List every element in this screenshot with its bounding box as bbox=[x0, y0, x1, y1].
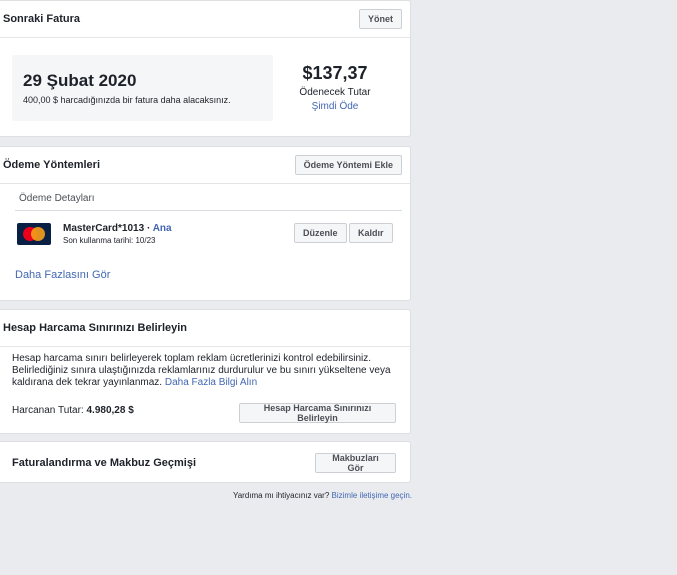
spending-limit-card: Hesap Harcama Sınırınızı Belirleyin Hesa… bbox=[0, 309, 411, 434]
learn-more-link[interactable]: Daha Fazla Bilgi Alın bbox=[165, 377, 257, 388]
next-bill-card: Sonraki Fatura Yönet 29 Şubat 2020 400,0… bbox=[0, 0, 411, 137]
view-receipts-button[interactable]: Makbuzları Gör bbox=[315, 453, 396, 473]
help-footer: Yardıma mı ihtiyacınız var? Bizimle ilet… bbox=[233, 491, 412, 500]
spending-limit-header: Hesap Harcama Sınırınızı Belirleyin bbox=[0, 310, 410, 347]
remove-card-button[interactable]: Kaldır bbox=[349, 223, 393, 243]
manage-button[interactable]: Yönet bbox=[358, 9, 402, 29]
set-spending-limit-button[interactable]: Hesap Harcama Sınırınızı Belirleyin bbox=[239, 403, 396, 423]
contact-us-link[interactable]: Bizimle iletişime geçin. bbox=[332, 491, 412, 500]
spending-limit-title: Hesap Harcama Sınırınızı Belirleyin bbox=[3, 322, 188, 334]
mastercard-icon bbox=[17, 223, 51, 245]
spending-limit-description: Hesap harcama sınırı belirleyerek toplam… bbox=[12, 353, 392, 389]
help-text: Yardıma mı ihtiyacınız var? bbox=[232, 491, 330, 500]
payment-methods-card: Ödeme Yöntemleri Ödeme Yöntemi Ekle Ödem… bbox=[0, 146, 411, 301]
add-payment-method-button[interactable]: Ödeme Yöntemi Ekle bbox=[294, 155, 402, 175]
bill-date: 29 Şubat 2020 bbox=[23, 71, 137, 90]
card-name: MasterCard*1013 · Ana bbox=[63, 223, 172, 234]
amount-due: $137,37 bbox=[302, 63, 368, 83]
amount-due-label: Ödenecek Tutar bbox=[299, 87, 371, 98]
next-bill-title: Sonraki Fatura bbox=[3, 13, 81, 25]
see-more-link[interactable]: Daha Fazlasını Gör bbox=[15, 269, 110, 281]
edit-card-button[interactable]: Düzenle bbox=[294, 223, 347, 243]
card-separator: · bbox=[144, 223, 153, 234]
amount-spent: Harcanan Tutar: 4.980,28 $ bbox=[12, 405, 134, 416]
primary-badge: Ana bbox=[152, 223, 172, 234]
payment-details-title: Ödeme Detayları bbox=[19, 193, 95, 204]
payment-methods-title: Ödeme Yöntemleri bbox=[3, 159, 100, 171]
card-expiry: Son kullanma tarihi: 10/23 bbox=[63, 236, 156, 245]
card-number-label: MasterCard*1013 bbox=[63, 223, 145, 234]
divider bbox=[15, 210, 402, 211]
billing-history-title: Faturalandırma ve Makbuz Geçmişi bbox=[12, 457, 197, 469]
amount-spent-value: 4.980,28 $ bbox=[86, 405, 134, 416]
pay-now-link[interactable]: Şimdi Öde bbox=[287, 101, 383, 112]
bill-threshold-text: 400,00 $ harcadığınızda bir fatura daha … bbox=[23, 95, 231, 105]
bill-summary-box: 29 Şubat 2020 400,00 $ harcadığınızda bi… bbox=[12, 55, 273, 121]
next-bill-header: Sonraki Fatura Yönet bbox=[0, 1, 410, 38]
amount-spent-label: Harcanan Tutar: bbox=[12, 405, 84, 416]
payment-methods-header: Ödeme Yöntemleri Ödeme Yöntemi Ekle bbox=[0, 147, 410, 184]
billing-history-card: Faturalandırma ve Makbuz Geçmişi Makbuzl… bbox=[0, 441, 411, 483]
